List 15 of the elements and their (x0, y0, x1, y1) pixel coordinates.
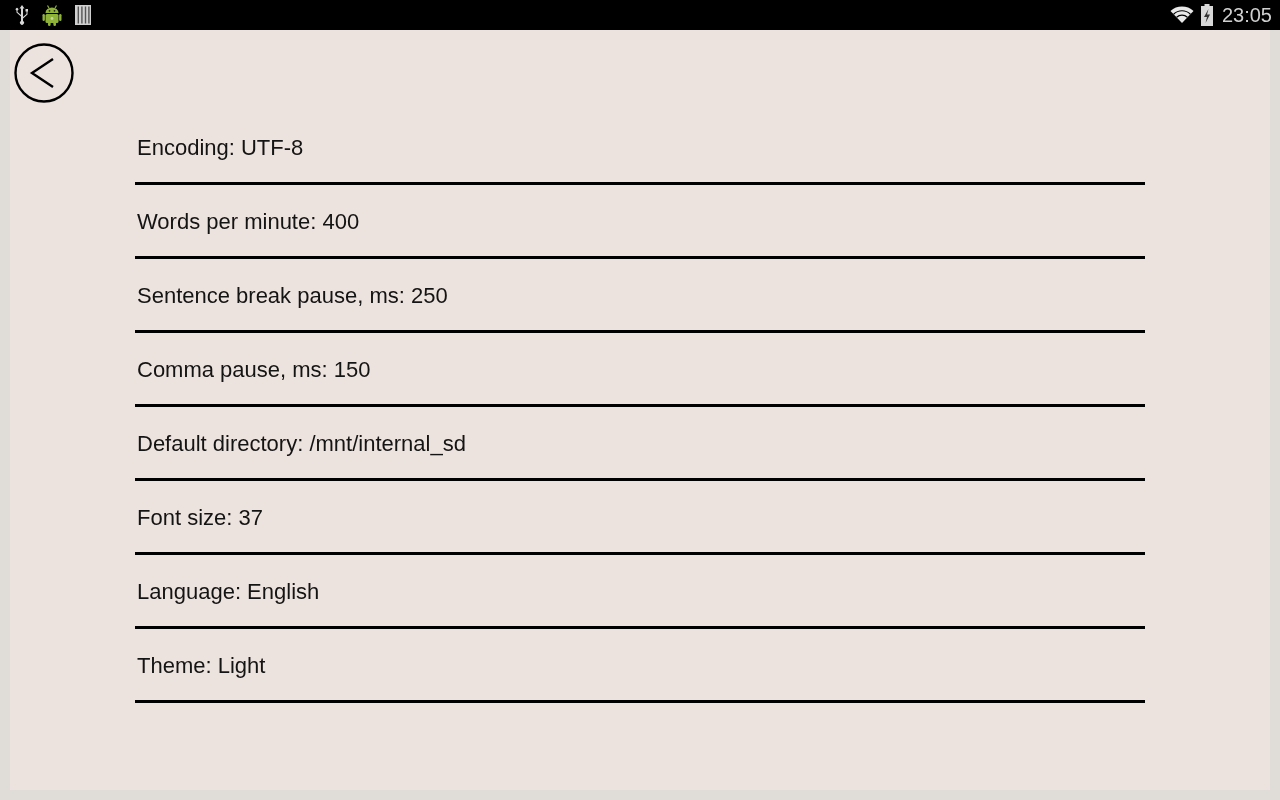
setting-item[interactable]: Language: English (135, 555, 1145, 629)
setting-item[interactable]: Words per minute: 400 (135, 185, 1145, 259)
setting-item[interactable]: Font size: 37 (135, 481, 1145, 555)
setting-item[interactable]: Encoding: UTF-8 (135, 111, 1145, 185)
clock-time: 23:05 (1221, 3, 1272, 27)
battery-charging-icon (1200, 4, 1213, 26)
setting-item[interactable]: Default directory: /mnt/internal_sd (135, 407, 1145, 481)
setting-item[interactable]: Comma pause, ms: 150 (135, 333, 1145, 407)
wifi-icon (1169, 6, 1194, 24)
back-button[interactable] (14, 43, 74, 103)
android-icon (42, 4, 62, 26)
striped-box-icon (75, 5, 91, 25)
setting-item[interactable]: Sentence break pause, ms: 250 (135, 259, 1145, 333)
usb-icon (15, 4, 29, 26)
setting-item[interactable]: Theme: Light (135, 629, 1145, 703)
